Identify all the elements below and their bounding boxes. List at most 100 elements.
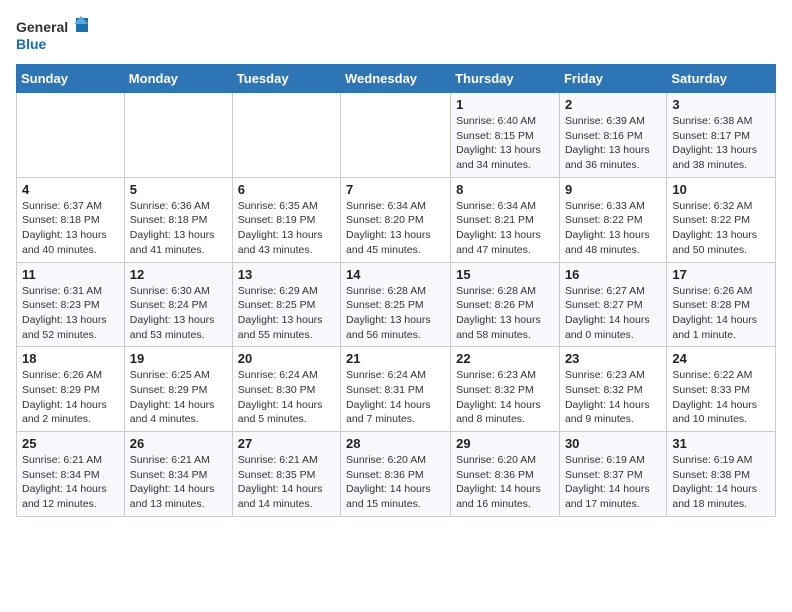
day-cell: 1 Sunrise: 6:40 AM Sunset: 8:15 PM Daylig…: [451, 93, 560, 178]
day-info: Sunrise: 6:37 AM Sunset: 8:18 PM Dayligh…: [22, 199, 119, 258]
week-row-2: 4 Sunrise: 6:37 AM Sunset: 8:18 PM Daylig…: [17, 177, 776, 262]
day-info: Sunrise: 6:20 AM Sunset: 8:36 PM Dayligh…: [346, 453, 445, 512]
day-cell: 19 Sunrise: 6:25 AM Sunset: 8:29 PM Dayli…: [124, 347, 232, 432]
logo-svg: GeneralBlue: [16, 16, 96, 56]
day-info: Sunrise: 6:34 AM Sunset: 8:21 PM Dayligh…: [456, 199, 554, 258]
day-info: Sunrise: 6:26 AM Sunset: 8:28 PM Dayligh…: [672, 284, 770, 343]
day-cell: 28 Sunrise: 6:20 AM Sunset: 8:36 PM Dayli…: [341, 432, 451, 517]
day-info: Sunrise: 6:23 AM Sunset: 8:32 PM Dayligh…: [565, 368, 661, 427]
day-number: 24: [672, 351, 770, 366]
day-number: 4: [22, 182, 119, 197]
day-number: 22: [456, 351, 554, 366]
day-cell: 16 Sunrise: 6:27 AM Sunset: 8:27 PM Dayli…: [559, 262, 666, 347]
day-info: Sunrise: 6:24 AM Sunset: 8:31 PM Dayligh…: [346, 368, 445, 427]
day-info: Sunrise: 6:23 AM Sunset: 8:32 PM Dayligh…: [456, 368, 554, 427]
day-number: 14: [346, 267, 445, 282]
day-number: 1: [456, 97, 554, 112]
day-cell: 31 Sunrise: 6:19 AM Sunset: 8:38 PM Dayli…: [667, 432, 776, 517]
day-number: 28: [346, 436, 445, 451]
week-row-4: 18Sunrise: 6:26 AM Sunset: 8:29 PM Dayli…: [17, 347, 776, 432]
day-number: 11: [22, 267, 119, 282]
day-cell: [232, 93, 340, 178]
day-number: 6: [238, 182, 335, 197]
day-info: Sunrise: 6:26 AM Sunset: 8:29 PM Dayligh…: [22, 368, 119, 427]
day-cell: 3Sunrise: 6:38 AM Sunset: 8:17 PM Daylig…: [667, 93, 776, 178]
day-cell: 21 Sunrise: 6:24 AM Sunset: 8:31 PM Dayli…: [341, 347, 451, 432]
header-monday: Monday: [124, 65, 232, 93]
day-cell: 26Sunrise: 6:21 AM Sunset: 8:34 PM Dayli…: [124, 432, 232, 517]
day-cell: [341, 93, 451, 178]
logo: GeneralBlue: [16, 16, 96, 56]
day-cell: 29Sunrise: 6:20 AM Sunset: 8:36 PM Dayli…: [451, 432, 560, 517]
day-info: Sunrise: 6:27 AM Sunset: 8:27 PM Dayligh…: [565, 284, 661, 343]
day-info: Sunrise: 6:32 AM Sunset: 8:22 PM Dayligh…: [672, 199, 770, 258]
day-info: Sunrise: 6:35 AM Sunset: 8:19 PM Dayligh…: [238, 199, 335, 258]
day-cell: 20 Sunrise: 6:24 AM Sunset: 8:30 PM Dayli…: [232, 347, 340, 432]
day-info: Sunrise: 6:28 AM Sunset: 8:25 PM Dayligh…: [346, 284, 445, 343]
day-info: Sunrise: 6:31 AM Sunset: 8:23 PM Dayligh…: [22, 284, 119, 343]
week-row-1: 1 Sunrise: 6:40 AM Sunset: 8:15 PM Daylig…: [17, 93, 776, 178]
day-cell: 4 Sunrise: 6:37 AM Sunset: 8:18 PM Daylig…: [17, 177, 125, 262]
day-info: Sunrise: 6:34 AM Sunset: 8:20 PM Dayligh…: [346, 199, 445, 258]
day-number: 17: [672, 267, 770, 282]
day-cell: 13 Sunrise: 6:29 AM Sunset: 8:25 PM Dayli…: [232, 262, 340, 347]
day-cell: 12 Sunrise: 6:30 AM Sunset: 8:24 PM Dayli…: [124, 262, 232, 347]
day-cell: 8Sunrise: 6:34 AM Sunset: 8:21 PM Daylig…: [451, 177, 560, 262]
header-thursday: Thursday: [451, 65, 560, 93]
day-number: 20: [238, 351, 335, 366]
day-cell: 14 Sunrise: 6:28 AM Sunset: 8:25 PM Dayli…: [341, 262, 451, 347]
header-sunday: Sunday: [17, 65, 125, 93]
day-info: Sunrise: 6:20 AM Sunset: 8:36 PM Dayligh…: [456, 453, 554, 512]
day-number: 15: [456, 267, 554, 282]
day-info: Sunrise: 6:40 AM Sunset: 8:15 PM Dayligh…: [456, 114, 554, 173]
day-info: Sunrise: 6:36 AM Sunset: 8:18 PM Dayligh…: [130, 199, 227, 258]
day-number: 9: [565, 182, 661, 197]
day-info: Sunrise: 6:25 AM Sunset: 8:29 PM Dayligh…: [130, 368, 227, 427]
day-number: 19: [130, 351, 227, 366]
day-cell: 7 Sunrise: 6:34 AM Sunset: 8:20 PM Daylig…: [341, 177, 451, 262]
week-row-3: 11 Sunrise: 6:31 AM Sunset: 8:23 PM Dayli…: [17, 262, 776, 347]
day-number: 31: [672, 436, 770, 451]
day-number: 13: [238, 267, 335, 282]
day-number: 26: [130, 436, 227, 451]
day-info: Sunrise: 6:21 AM Sunset: 8:35 PM Dayligh…: [238, 453, 335, 512]
day-cell: 15Sunrise: 6:28 AM Sunset: 8:26 PM Dayli…: [451, 262, 560, 347]
day-info: Sunrise: 6:19 AM Sunset: 8:38 PM Dayligh…: [672, 453, 770, 512]
day-cell: 6 Sunrise: 6:35 AM Sunset: 8:19 PM Daylig…: [232, 177, 340, 262]
header-wednesday: Wednesday: [341, 65, 451, 93]
header-tuesday: Tuesday: [232, 65, 340, 93]
day-cell: 30 Sunrise: 6:19 AM Sunset: 8:37 PM Dayli…: [559, 432, 666, 517]
day-info: Sunrise: 6:30 AM Sunset: 8:24 PM Dayligh…: [130, 284, 227, 343]
day-number: 2: [565, 97, 661, 112]
day-cell: 17 Sunrise: 6:26 AM Sunset: 8:28 PM Dayli…: [667, 262, 776, 347]
day-cell: 27 Sunrise: 6:21 AM Sunset: 8:35 PM Dayli…: [232, 432, 340, 517]
day-info: Sunrise: 6:21 AM Sunset: 8:34 PM Dayligh…: [22, 453, 119, 512]
day-cell: 10Sunrise: 6:32 AM Sunset: 8:22 PM Dayli…: [667, 177, 776, 262]
day-cell: 2 Sunrise: 6:39 AM Sunset: 8:16 PM Daylig…: [559, 93, 666, 178]
day-info: Sunrise: 6:38 AM Sunset: 8:17 PM Dayligh…: [672, 114, 770, 173]
day-cell: 9 Sunrise: 6:33 AM Sunset: 8:22 PM Daylig…: [559, 177, 666, 262]
day-cell: 25 Sunrise: 6:21 AM Sunset: 8:34 PM Dayli…: [17, 432, 125, 517]
day-info: Sunrise: 6:39 AM Sunset: 8:16 PM Dayligh…: [565, 114, 661, 173]
calendar-table: SundayMondayTuesdayWednesdayThursdayFrid…: [16, 64, 776, 517]
day-number: 25: [22, 436, 119, 451]
day-info: Sunrise: 6:19 AM Sunset: 8:37 PM Dayligh…: [565, 453, 661, 512]
day-cell: 23Sunrise: 6:23 AM Sunset: 8:32 PM Dayli…: [559, 347, 666, 432]
day-number: 27: [238, 436, 335, 451]
svg-text:General: General: [16, 19, 68, 35]
day-number: 16: [565, 267, 661, 282]
day-number: 12: [130, 267, 227, 282]
header: GeneralBlue: [16, 16, 776, 56]
day-info: Sunrise: 6:29 AM Sunset: 8:25 PM Dayligh…: [238, 284, 335, 343]
header-friday: Friday: [559, 65, 666, 93]
day-number: 7: [346, 182, 445, 197]
day-cell: 11 Sunrise: 6:31 AM Sunset: 8:23 PM Dayli…: [17, 262, 125, 347]
day-info: Sunrise: 6:24 AM Sunset: 8:30 PM Dayligh…: [238, 368, 335, 427]
day-number: 21: [346, 351, 445, 366]
day-cell: 5Sunrise: 6:36 AM Sunset: 8:18 PM Daylig…: [124, 177, 232, 262]
week-row-5: 25 Sunrise: 6:21 AM Sunset: 8:34 PM Dayli…: [17, 432, 776, 517]
day-info: Sunrise: 6:33 AM Sunset: 8:22 PM Dayligh…: [565, 199, 661, 258]
day-info: Sunrise: 6:22 AM Sunset: 8:33 PM Dayligh…: [672, 368, 770, 427]
day-number: 30: [565, 436, 661, 451]
day-cell: 18Sunrise: 6:26 AM Sunset: 8:29 PM Dayli…: [17, 347, 125, 432]
